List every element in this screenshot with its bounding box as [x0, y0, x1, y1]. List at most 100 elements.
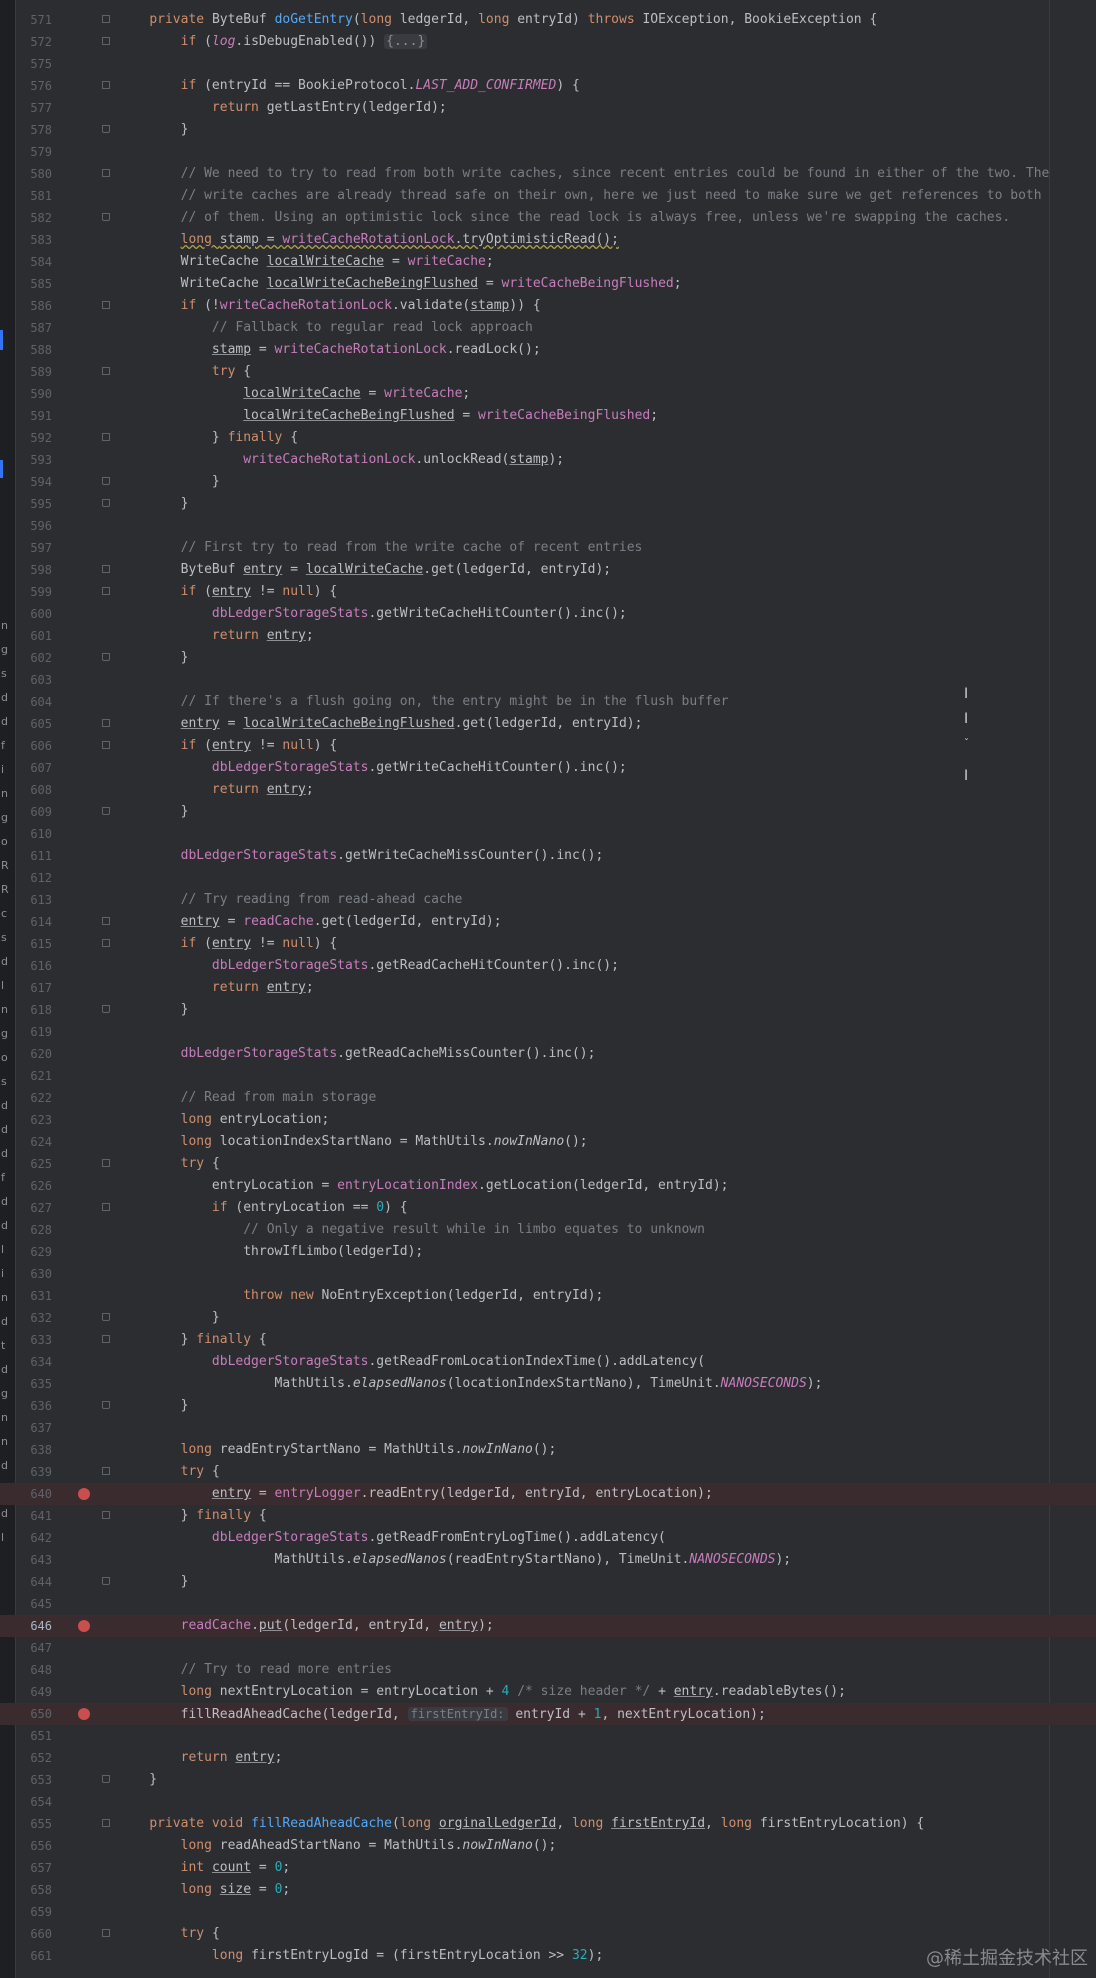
fold-icon[interactable] [102, 499, 110, 507]
code-line[interactable]: 590 localWriteCache = writeCache; [0, 383, 1096, 405]
code-line[interactable]: 582 // of them. Using an optimistic lock… [0, 207, 1096, 229]
line-number[interactable]: 642 [16, 1527, 52, 1549]
line-number[interactable]: 659 [16, 1901, 52, 1923]
code-text[interactable]: if (entryId == BookieProtocol.LAST_ADD_C… [118, 75, 580, 97]
code-line[interactable]: 634 dbLedgerStorageStats.getReadFromLoca… [0, 1351, 1096, 1373]
code-line[interactable]: 572 if (log.isDebugEnabled()) {...} [0, 31, 1096, 53]
code-text[interactable]: if (entryLocation == 0) { [118, 1197, 408, 1219]
code-text[interactable]: entryLocation = entryLocationIndex.getLo… [118, 1175, 729, 1197]
code-text[interactable]: MathUtils.elapsedNanos(readEntryStartNan… [118, 1549, 792, 1571]
code-text[interactable]: dbLedgerStorageStats.getReadCacheMissCou… [118, 1043, 596, 1065]
code-text[interactable]: // write caches are already thread safe … [118, 185, 1042, 207]
code-line[interactable]: 646 readCache.put(ledgerId, entryId, ent… [0, 1615, 1096, 1637]
code-text[interactable]: if (entry != null) { [118, 581, 338, 603]
code-text[interactable]: // We need to try to read from both writ… [118, 163, 1050, 185]
code-line[interactable]: 645 [0, 1593, 1096, 1615]
line-number[interactable]: 617 [16, 977, 52, 999]
line-number[interactable]: 581 [16, 185, 52, 207]
code-line[interactable]: 639 try { [0, 1461, 1096, 1483]
fold-icon[interactable] [102, 1203, 110, 1211]
code-text[interactable]: } [118, 647, 189, 669]
line-number[interactable]: 578 [16, 119, 52, 141]
line-number[interactable]: 624 [16, 1131, 52, 1153]
code-line[interactable]: 581 // write caches are already thread s… [0, 185, 1096, 207]
code-text[interactable]: } [118, 999, 189, 1021]
fold-icon[interactable] [102, 653, 110, 661]
code-text[interactable]: int count = 0; [118, 1857, 291, 1879]
code-line[interactable]: 625 try { [0, 1153, 1096, 1175]
fold-icon[interactable] [102, 807, 110, 815]
code-line[interactable]: 622 // Read from main storage [0, 1087, 1096, 1109]
line-number[interactable]: 598 [16, 559, 52, 581]
line-number[interactable]: 629 [16, 1241, 52, 1263]
line-number[interactable]: 575 [16, 53, 52, 75]
code-text[interactable]: stamp = writeCacheRotationLock.readLock(… [118, 339, 541, 361]
line-number[interactable]: 655 [16, 1813, 52, 1835]
line-number[interactable]: 626 [16, 1175, 52, 1197]
line-number[interactable]: 654 [16, 1791, 52, 1813]
fold-icon[interactable] [102, 213, 110, 221]
code-line[interactable]: 592 } finally { [0, 427, 1096, 449]
fold-icon[interactable] [102, 719, 110, 727]
code-line[interactable]: 631 throw new NoEntryException(ledgerId,… [0, 1285, 1096, 1307]
code-text[interactable]: } [118, 1571, 189, 1593]
line-number[interactable]: 604 [16, 691, 52, 713]
code-text[interactable]: } [118, 1307, 220, 1329]
line-number[interactable]: 585 [16, 273, 52, 295]
fold-icon[interactable] [102, 1335, 110, 1343]
code-text[interactable]: } finally { [118, 427, 298, 449]
code-line[interactable]: 619 [0, 1021, 1096, 1043]
code-line[interactable]: 640 entry = entryLogger.readEntry(ledger… [0, 1483, 1096, 1505]
code-line[interactable]: 591 localWriteCacheBeingFlushed = writeC… [0, 405, 1096, 427]
line-number[interactable]: 614 [16, 911, 52, 933]
code-text[interactable]: try { [118, 1153, 220, 1175]
line-number[interactable]: 639 [16, 1461, 52, 1483]
fold-icon[interactable] [102, 1511, 110, 1519]
fold-icon[interactable] [102, 1159, 110, 1167]
line-number[interactable]: 637 [16, 1417, 52, 1439]
code-text[interactable]: if (log.isDebugEnabled()) {...} [118, 31, 428, 53]
code-line[interactable]: 589 try { [0, 361, 1096, 383]
code-text[interactable]: } [118, 471, 220, 493]
line-number[interactable]: 572 [16, 31, 52, 53]
fold-icon[interactable] [102, 125, 110, 133]
code-line[interactable]: 585 WriteCache localWriteCacheBeingFlush… [0, 273, 1096, 295]
code-line[interactable]: 629 throwIfLimbo(ledgerId); [0, 1241, 1096, 1263]
code-line[interactable]: 603 [0, 669, 1096, 691]
code-text[interactable]: // Only a negative result while in limbo… [118, 1219, 705, 1241]
line-number[interactable]: 638 [16, 1439, 52, 1461]
code-text[interactable]: long nextEntryLocation = entryLocation +… [118, 1681, 846, 1703]
code-text[interactable]: MathUtils.elapsedNanos(locationIndexStar… [118, 1373, 823, 1395]
code-text[interactable]: return entry; [118, 977, 314, 999]
line-number[interactable]: 620 [16, 1043, 52, 1065]
code-text[interactable]: dbLedgerStorageStats.getWriteCacheMissCo… [118, 845, 604, 867]
code-line[interactable]: 611 dbLedgerStorageStats.getWriteCacheMi… [0, 845, 1096, 867]
code-line[interactable]: 580 // We need to try to read from both … [0, 163, 1096, 185]
code-text[interactable]: } [118, 493, 189, 515]
line-number[interactable]: 636 [16, 1395, 52, 1417]
code-text[interactable]: } [118, 1769, 157, 1791]
code-text[interactable]: localWriteCache = writeCache; [118, 383, 470, 405]
code-text[interactable]: localWriteCacheBeingFlushed = writeCache… [118, 405, 658, 427]
code-line[interactable]: 636 } [0, 1395, 1096, 1417]
code-line[interactable]: 586 if (!writeCacheRotationLock.validate… [0, 295, 1096, 317]
line-number[interactable]: 594 [16, 471, 52, 493]
code-text[interactable]: dbLedgerStorageStats.getReadFromEntryLog… [118, 1527, 666, 1549]
code-text[interactable]: writeCacheRotationLock.unlockRead(stamp)… [118, 449, 564, 471]
line-number[interactable]: 590 [16, 383, 52, 405]
code-line[interactable]: 623 long entryLocation; [0, 1109, 1096, 1131]
code-line[interactable]: 647 [0, 1637, 1096, 1659]
line-number[interactable]: 605 [16, 713, 52, 735]
code-line[interactable]: 605 entry = localWriteCacheBeingFlushed.… [0, 713, 1096, 735]
line-number[interactable]: 644 [16, 1571, 52, 1593]
line-number[interactable]: 643 [16, 1549, 52, 1571]
line-number[interactable]: 571 [16, 9, 52, 31]
code-text[interactable]: } [118, 119, 189, 141]
line-number[interactable]: 631 [16, 1285, 52, 1307]
code-text[interactable]: dbLedgerStorageStats.getReadCacheHitCoun… [118, 955, 619, 977]
code-text[interactable]: WriteCache localWriteCacheBeingFlushed =… [118, 273, 682, 295]
code-line[interactable]: 584 WriteCache localWriteCache = writeCa… [0, 251, 1096, 273]
code-text[interactable]: // Read from main storage [118, 1087, 377, 1109]
code-text[interactable]: // Try to read more entries [118, 1659, 392, 1681]
code-text[interactable]: // of them. Using an optimistic lock sin… [118, 207, 1011, 229]
